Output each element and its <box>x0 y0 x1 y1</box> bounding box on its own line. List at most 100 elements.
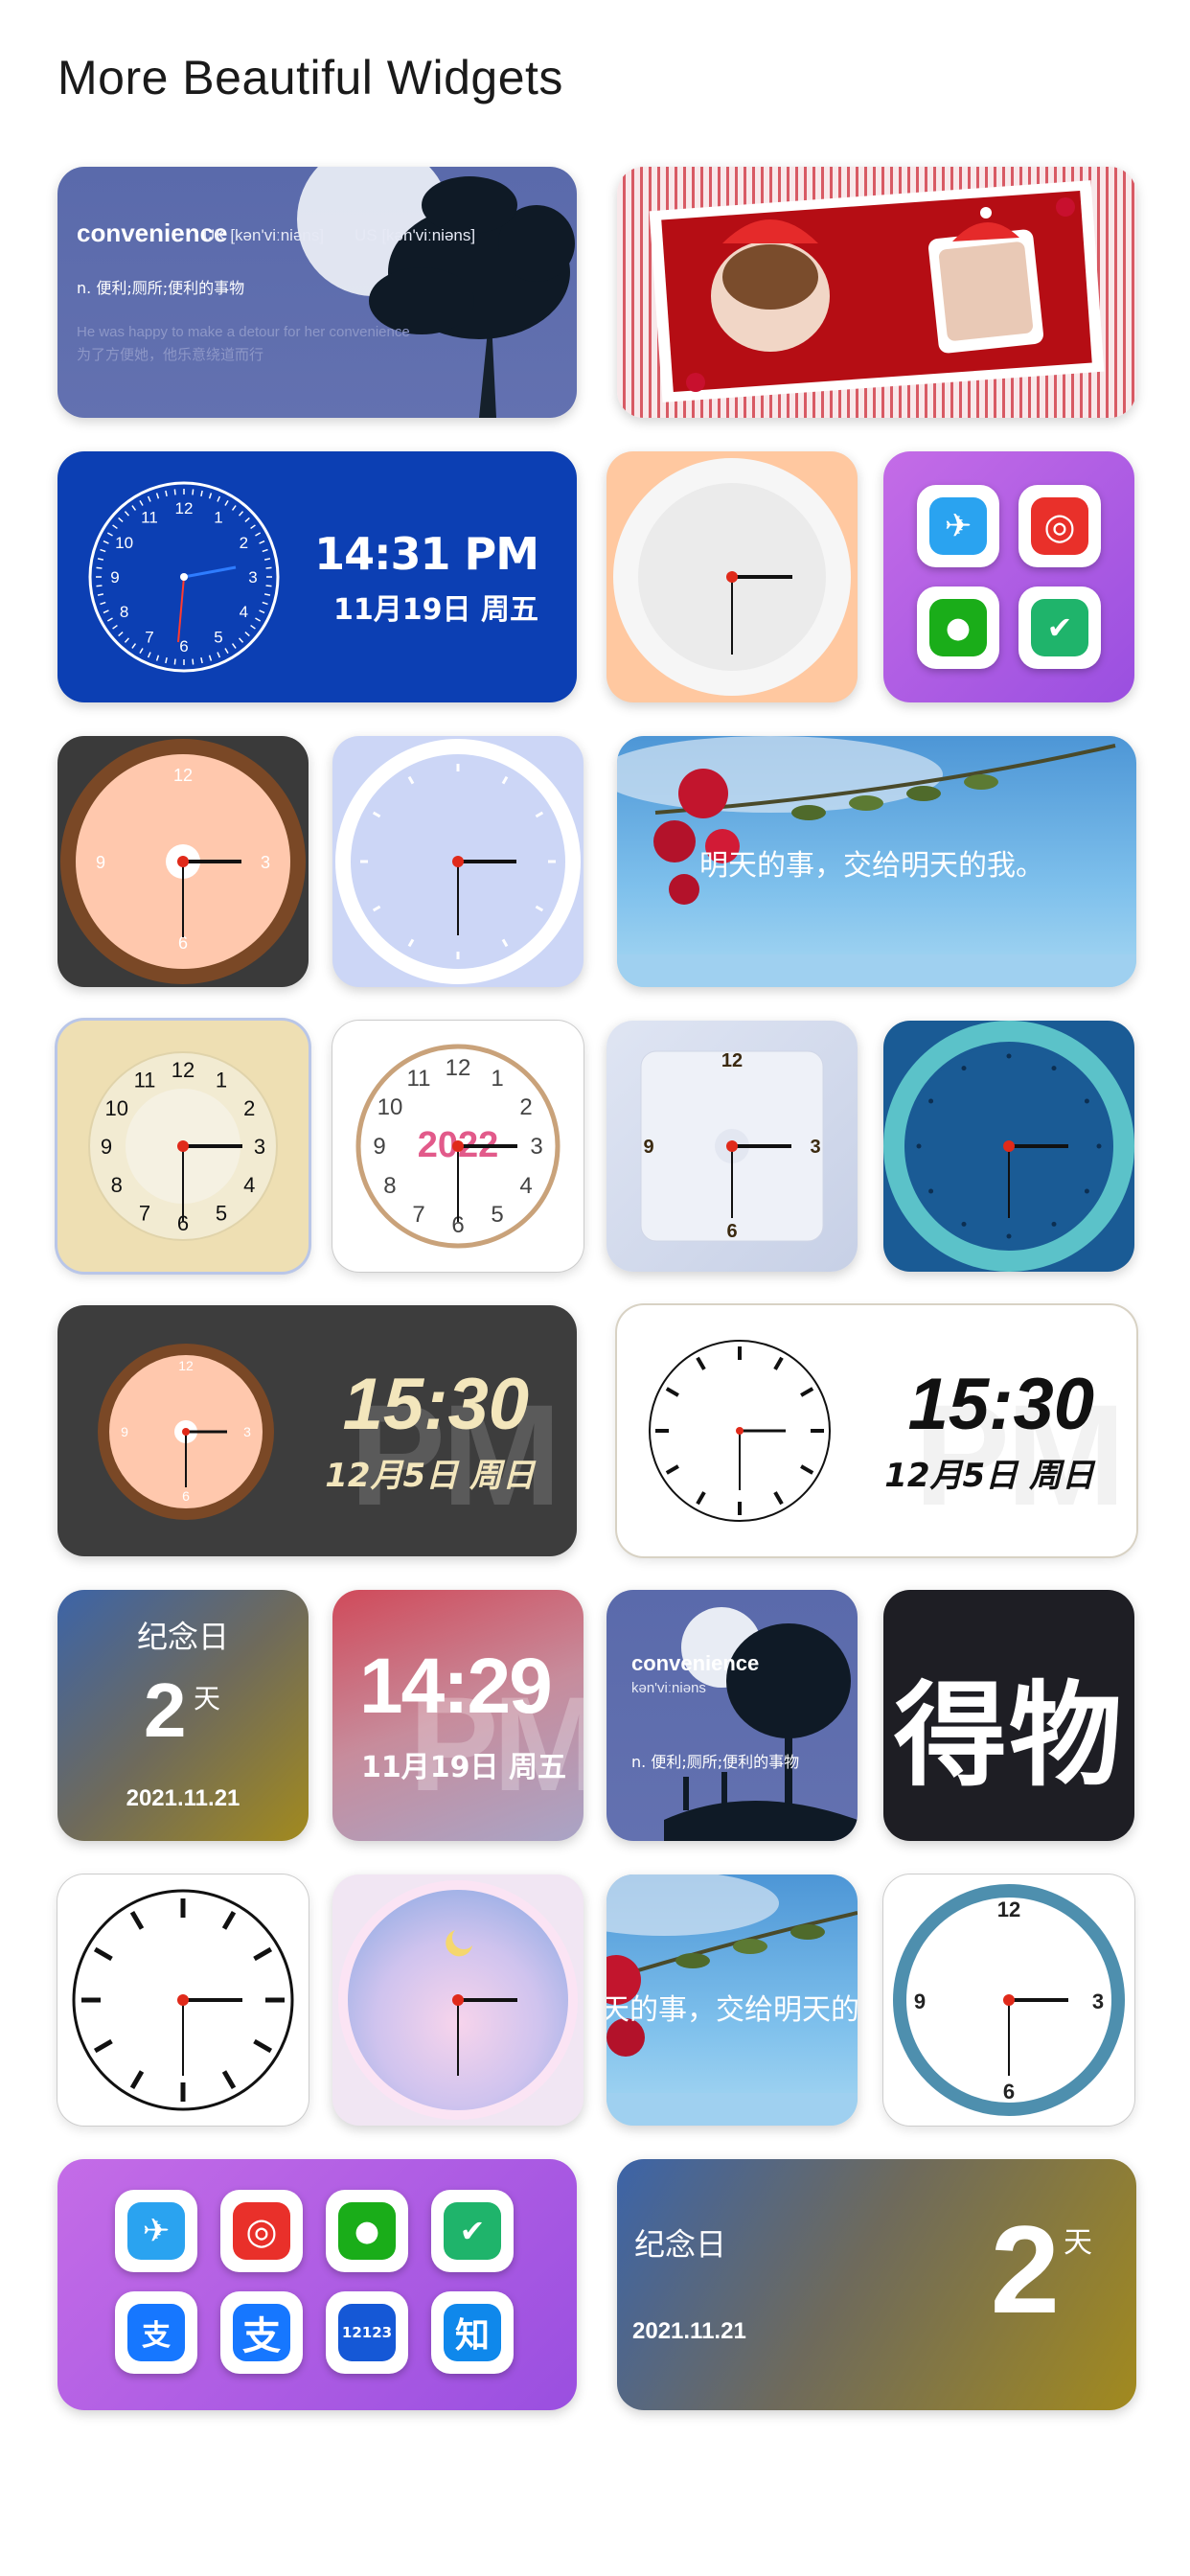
clock-tick <box>112 624 118 630</box>
svg-text:12: 12 <box>997 1898 1020 1921</box>
clock-numeral: 12 <box>175 499 194 518</box>
clock-tick <box>100 601 106 606</box>
classic-white-clock-widget[interactable] <box>57 1874 309 2126</box>
clock-tick <box>244 517 250 523</box>
analog-clock-face <box>335 739 581 984</box>
ring-clock-widget[interactable]: 12 3 6 9 <box>883 1874 1134 2126</box>
analog-clock-face: 12 3 6 9 <box>98 1344 274 1520</box>
dewu-logo-text: 得物 <box>893 1669 1124 1802</box>
clock-dot <box>928 1188 934 1194</box>
app-icon-wechat[interactable]: ● <box>917 586 999 669</box>
peach-clock-widget[interactable] <box>606 451 858 702</box>
anniversary-days: 2 <box>990 2199 1060 2339</box>
dewu-app-widget[interactable]: 得物 <box>883 1590 1134 1841</box>
dictionary-widget[interactable]: convenience UK [kən'viːniəns] US [kən'vi… <box>57 167 577 418</box>
clock-dot <box>961 1066 967 1071</box>
analog-clock-face <box>649 1340 831 1522</box>
app-icon-12123[interactable]: 12123 <box>326 2291 408 2374</box>
app-icon-trip[interactable]: ✈ <box>917 485 999 567</box>
christmas-photo-widget[interactable] <box>617 167 1136 418</box>
clock-tick <box>139 499 144 506</box>
dreamy-clock-widget[interactable] <box>332 1874 584 2126</box>
app-icon-netease-music[interactable]: ◎ <box>220 2190 303 2272</box>
wood-digital-clock-widget[interactable]: 12 3 6 9 PM 15:30 12月5日 周日 <box>57 1305 577 1556</box>
clock-tick <box>97 558 104 561</box>
app-icon-alipay[interactable]: 支 <box>220 2291 303 2374</box>
new-year-clock-widget[interactable]: 121234567891011 2022 <box>332 1021 584 1272</box>
svg-text:9: 9 <box>96 853 105 872</box>
gradient-digital-clock-widget[interactable]: PM 14:29 11月19日 周五 <box>332 1590 584 1841</box>
clock-numeral: 7 <box>145 628 153 646</box>
clock-tick <box>265 566 272 569</box>
clock-tick <box>407 938 415 948</box>
dict-phonetic: kən'viːniəns <box>631 1680 706 1696</box>
analog-clock-face: 121234567891011 <box>88 1051 278 1241</box>
svg-text:12: 12 <box>173 766 193 785</box>
clock-numeral: 7 <box>139 1201 150 1225</box>
clock-tick <box>224 499 229 506</box>
silver-clock-widget[interactable]: 12 3 6 9 <box>606 1021 858 1272</box>
app-icon-wecom[interactable]: ✔ <box>431 2190 514 2272</box>
quote-flower-widget[interactable]: 明天的事，交给明天的我。 <box>617 736 1136 987</box>
clock-numeral: 1 <box>216 1069 227 1092</box>
clock-tick <box>192 489 195 495</box>
clock-dot <box>961 1221 967 1227</box>
quote-text: 明天的事，交给明天的我。 <box>699 849 1044 883</box>
dictionary-small-widget[interactable]: convenience kən'viːniəns n. 便利;厕所;便利的事物 <box>606 1590 858 1841</box>
clock-numeral: 1 <box>214 509 222 527</box>
chat-bubble-icon: ● <box>338 2202 396 2260</box>
clock-dot <box>1051 1221 1057 1227</box>
clock-dot <box>1051 1066 1057 1071</box>
cream-clock-widget[interactable]: 12 1 2 3 4 5 6 7 8 9 10 11 <box>57 1021 309 1272</box>
clock-tick <box>372 811 381 818</box>
white-digital-clock-widget[interactable]: PM 15:30 12月5日 周日 <box>617 1305 1136 1556</box>
clock-numeral: 9 <box>101 1135 112 1159</box>
clock-numeral: 8 <box>111 1173 123 1197</box>
clock-tick <box>231 505 237 511</box>
dict-definition: n. 便利;厕所;便利的事物 <box>631 1753 800 1771</box>
anniversary-large-widget[interactable]: 纪念日 2021.11.21 2 天 <box>617 2159 1136 2410</box>
clock-tick <box>192 658 195 665</box>
digital-time: 15:30 <box>342 1364 529 1445</box>
clock-tick <box>208 655 213 661</box>
anniversary-small-widget[interactable]: 纪念日 2 天 2021.11.21 <box>57 1590 309 1841</box>
clock-tick <box>147 652 151 658</box>
clock-tick <box>250 624 256 630</box>
blue-clock-widget[interactable]: 12 1 2 3 4 5 6 7 8 9 10 11 14:31 PM 11月19日 周五 <box>57 451 577 702</box>
app-icon-trip[interactable]: ✈ <box>115 2190 197 2272</box>
dict-example-en: He was happy to make a detour for her co… <box>77 324 410 340</box>
page-title: More Beautiful Widgets <box>57 51 563 104</box>
lavender-clock-widget[interactable] <box>332 736 584 987</box>
clock-tick <box>124 511 130 517</box>
app-icon-wecom[interactable]: ✔ <box>1018 586 1101 669</box>
clock-numeral: 3 <box>530 1134 542 1160</box>
clock-numeral: 9 <box>110 568 119 586</box>
app-icon-zhihu[interactable]: 知 <box>431 2291 514 2374</box>
quote-flower-small-widget[interactable]: 天的事，交给明天的我 <box>606 1874 858 2126</box>
clock-numeral: 8 <box>383 1173 396 1199</box>
clock-numeral: 5 <box>491 1202 503 1228</box>
clock-numeral: 5 <box>214 628 222 646</box>
clock-tick <box>208 493 213 499</box>
clock-tick <box>535 905 544 912</box>
teal-clock-widget[interactable] <box>883 1021 1134 1272</box>
clock-tick <box>372 905 381 912</box>
clock-numeral: 11 <box>134 1069 156 1092</box>
svg-text:3: 3 <box>243 1424 251 1439</box>
clock-tick <box>155 493 160 499</box>
svg-text:3: 3 <box>810 1137 820 1158</box>
clock-numeral: 7 <box>412 1202 424 1228</box>
alipay-icon: 支 <box>233 2304 290 2361</box>
clock-tick <box>139 648 144 655</box>
dict-word: convenience <box>631 1651 760 1675</box>
wooden-clock-widget[interactable]: 12 3 6 9 <box>57 736 309 987</box>
dict-phonetic-uk: UK [kən'viːniəns] <box>203 226 325 244</box>
clock-tick <box>259 610 265 614</box>
app-icon-netease-music[interactable]: ◎ <box>1018 485 1101 567</box>
svg-text:9: 9 <box>643 1137 653 1158</box>
svg-text:12: 12 <box>178 1358 194 1373</box>
app-icon-scan-pay[interactable]: 支 <box>115 2291 197 2374</box>
app-icon-wechat[interactable]: ● <box>326 2190 408 2272</box>
clock-numeral: 1 <box>491 1066 503 1092</box>
analog-clock-face: 121234567891011 <box>88 481 280 673</box>
